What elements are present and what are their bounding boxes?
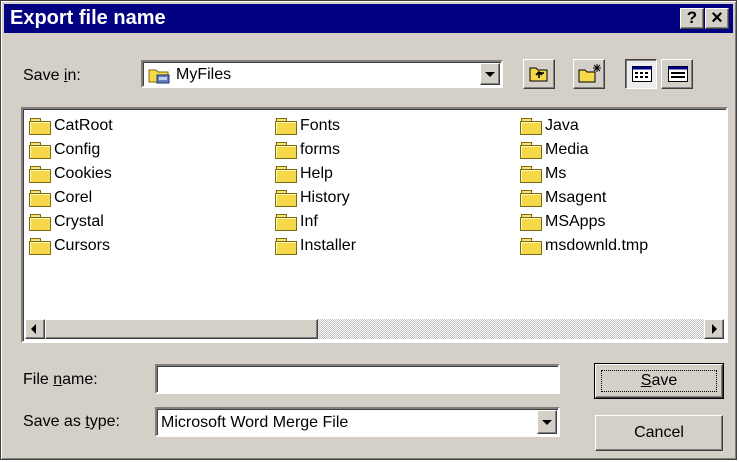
folder-icon <box>275 190 297 207</box>
file-name: Msagent <box>545 189 607 206</box>
save-as-type-dropdown[interactable]: Microsoft Word Merge File <box>155 407 560 437</box>
chevron-down-icon <box>542 420 552 425</box>
up-one-level-icon <box>529 65 549 88</box>
export-file-dialog: Export file name ? × Save in: MyFiles Ca… <box>0 0 737 460</box>
arrow-left-icon <box>31 324 36 334</box>
list-view-button[interactable] <box>625 59 657 89</box>
file-list[interactable]: CatRoot Config Cookies Corel Crystal Cursors … <box>21 107 728 343</box>
up-one-level-button[interactable] <box>523 59 555 89</box>
folder-icon <box>29 118 51 135</box>
chevron-down-icon <box>485 72 495 77</box>
file-name: Java <box>545 117 579 134</box>
folder-icon <box>275 238 297 255</box>
file-name: CatRoot <box>54 117 113 134</box>
file-name: Config <box>54 141 101 158</box>
file-name: Inf <box>300 213 318 230</box>
help-button[interactable]: ? <box>680 8 704 29</box>
details-view-button[interactable] <box>661 59 693 89</box>
list-view-icon <box>632 66 652 87</box>
folder-icon <box>275 118 297 135</box>
folder-icon <box>29 142 51 159</box>
save-as-type-value: Microsoft Word Merge File <box>161 414 349 431</box>
save-as-type-dropdown-button[interactable] <box>537 410 557 434</box>
new-folder-icon <box>578 63 602 90</box>
folder-icon <box>520 166 542 183</box>
drive-folder-icon <box>148 66 170 84</box>
folder-icon <box>29 238 51 255</box>
save-in-dropdown[interactable]: MyFiles <box>141 60 503 88</box>
file-name: Ms <box>545 165 567 182</box>
close-button[interactable]: × <box>705 8 729 29</box>
folder-icon <box>29 214 51 231</box>
folder-icon <box>275 142 297 159</box>
focus-rect <box>601 370 717 392</box>
arrow-right-icon <box>712 324 717 334</box>
save-in-dropdown-button[interactable] <box>480 63 500 85</box>
file-name: Fonts <box>300 117 341 134</box>
save-button[interactable]: Save <box>594 363 724 399</box>
cancel-button[interactable]: Cancel <box>595 415 723 451</box>
file-name: Cursors <box>54 237 111 254</box>
file-name: Installer <box>300 237 357 254</box>
file-name: Help <box>300 165 333 182</box>
new-folder-button[interactable] <box>573 59 605 89</box>
file-name-input[interactable] <box>155 364 560 394</box>
file-name: MSApps <box>545 213 606 230</box>
file-name: forms <box>300 141 340 158</box>
save-as-type-label: Save as type: <box>23 413 120 430</box>
scroll-right-button[interactable] <box>704 319 724 339</box>
folder-icon <box>520 238 542 255</box>
folder-icon <box>520 214 542 231</box>
file-name: Cookies <box>54 165 112 182</box>
folder-icon <box>520 190 542 207</box>
file-name: Crystal <box>54 213 104 230</box>
title-bar[interactable]: Export file name ? × <box>4 4 733 33</box>
folder-icon <box>275 214 297 231</box>
folder-icon <box>520 118 542 135</box>
file-name: msdownld.tmp <box>545 237 649 254</box>
horizontal-scrollbar[interactable] <box>25 319 724 339</box>
folder-icon <box>275 166 297 183</box>
save-in-label: Save in: <box>23 67 81 84</box>
scroll-thumb[interactable] <box>45 319 318 339</box>
folder-icon <box>29 166 51 183</box>
scroll-left-button[interactable] <box>25 319 45 339</box>
window-title: Export file name <box>10 7 166 29</box>
file-name-label: File name: <box>23 371 98 388</box>
file-name: Media <box>545 141 589 158</box>
folder-icon <box>29 190 51 207</box>
details-view-icon <box>668 66 688 87</box>
save-in-value: MyFiles <box>176 66 232 83</box>
file-name: Corel <box>54 189 93 206</box>
folder-icon <box>520 142 542 159</box>
file-name: History <box>300 189 350 206</box>
